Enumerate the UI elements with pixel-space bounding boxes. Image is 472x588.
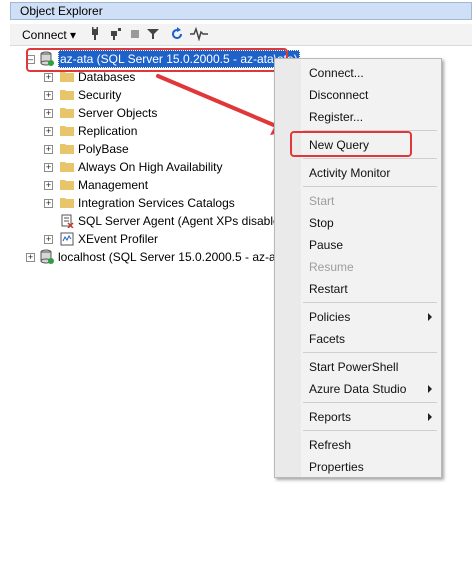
panel-title: Object Explorer	[20, 4, 103, 18]
menu-item-pause[interactable]: Pause	[275, 234, 441, 256]
expand-toggle[interactable]: +	[44, 163, 53, 172]
xevent-profiler-icon	[60, 232, 74, 246]
tree-node-label: PolyBase	[78, 142, 129, 156]
tree-node-label: Integration Services Catalogs	[78, 196, 235, 210]
menu-item-restart[interactable]: Restart	[275, 278, 441, 300]
refresh-icon[interactable]	[170, 27, 184, 41]
server-label: localhost (SQL Server 15.0.2000.5 - az-a…	[58, 250, 310, 264]
submenu-arrow-icon	[428, 413, 432, 421]
filter-icon[interactable]	[146, 27, 160, 41]
menu-separator	[303, 430, 437, 431]
folder-icon	[60, 198, 74, 208]
connect-plug-icon[interactable]	[88, 27, 102, 41]
server-context-menu: Connect... Disconnect Register... New Qu…	[274, 58, 442, 478]
menu-item-start-powershell[interactable]: Start PowerShell	[275, 356, 441, 378]
expand-toggle[interactable]: +	[44, 145, 53, 154]
menu-item-properties[interactable]: Properties	[275, 456, 441, 478]
submenu-arrow-icon	[428, 313, 432, 321]
stop-icon[interactable]	[128, 27, 142, 41]
object-explorer-toolbar: Connect ▾	[10, 24, 472, 46]
folder-icon	[60, 72, 74, 82]
menu-separator	[303, 402, 437, 403]
menu-separator	[303, 352, 437, 353]
database-server-icon	[40, 249, 54, 264]
expand-toggle[interactable]: +	[44, 127, 53, 136]
menu-item-start: Start	[309, 194, 335, 208]
folder-icon	[60, 108, 74, 118]
expand-toggle[interactable]: +	[44, 109, 53, 118]
tree-node-label: Management	[78, 178, 149, 192]
menu-item-activity-monitor[interactable]: Activity Monitor	[275, 162, 441, 184]
menu-item-resume: Resume	[309, 260, 354, 274]
menu-item-register[interactable]: Register...	[275, 106, 441, 128]
expand-toggle[interactable]: +	[44, 235, 53, 244]
connect-dropdown-button[interactable]: Connect ▾	[22, 28, 76, 42]
disconnect-plug-icon[interactable]	[108, 27, 122, 41]
server-highlight-box	[26, 48, 288, 72]
folder-icon	[60, 126, 74, 136]
tree-node-label: Security	[78, 88, 122, 102]
folder-icon	[60, 162, 74, 172]
activity-monitor-icon[interactable]	[190, 27, 208, 41]
menu-item-refresh[interactable]: Refresh	[275, 434, 441, 456]
menu-item-policies[interactable]: Policies	[275, 306, 441, 328]
expand-toggle[interactable]: +	[44, 199, 53, 208]
menu-item-reports[interactable]: Reports	[275, 406, 441, 428]
submenu-arrow-icon	[428, 385, 432, 393]
panel-titlebar: Object Explorer	[10, 2, 472, 20]
menu-separator	[303, 302, 437, 303]
new-query-highlight-box	[290, 131, 412, 157]
tree-node-label: Always On High Availability	[78, 160, 223, 174]
folder-icon	[60, 180, 74, 190]
tree-node-label: Replication	[78, 124, 138, 138]
menu-item-disconnect[interactable]: Disconnect	[275, 84, 441, 106]
expand-toggle[interactable]: +	[44, 91, 53, 100]
tree-node-label: Server Objects	[78, 106, 158, 120]
expand-toggle[interactable]: +	[26, 253, 35, 262]
tree-node-label: SQL Server Agent (Agent XPs disabled)	[78, 214, 291, 228]
menu-item-stop[interactable]: Stop	[275, 212, 441, 234]
expand-toggle[interactable]: +	[44, 181, 53, 190]
folder-icon	[60, 144, 74, 154]
folder-icon	[60, 90, 74, 100]
tree-node-label: XEvent Profiler	[78, 232, 159, 246]
object-explorer-panel: Object Explorer Connect ▾ – az-ata (SQL …	[0, 0, 472, 588]
menu-separator	[303, 158, 437, 159]
expand-toggle[interactable]: +	[44, 73, 53, 82]
sql-agent-icon	[61, 214, 74, 228]
menu-item-azure-data-studio[interactable]: Azure Data Studio	[275, 378, 441, 400]
menu-separator	[303, 186, 437, 187]
menu-item-connect[interactable]: Connect...	[275, 62, 441, 84]
menu-item-facets[interactable]: Facets	[275, 328, 441, 350]
